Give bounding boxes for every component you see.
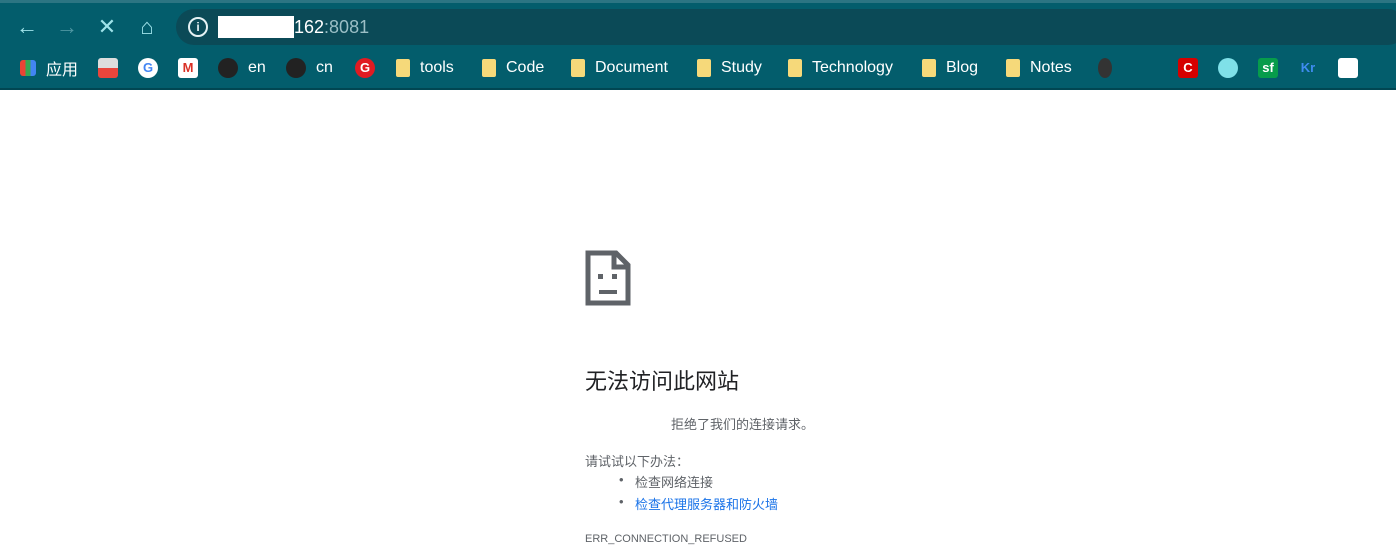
bookmark-label: tools (420, 59, 454, 76)
bookmark-document[interactable]: Document (571, 56, 668, 80)
apps-grid-icon (20, 60, 36, 76)
forward-icon[interactable]: → (53, 13, 81, 41)
error-title: 无法访问此网站 (585, 369, 740, 394)
misc-icon[interactable] (1378, 58, 1396, 78)
avatar-icon[interactable] (1098, 58, 1112, 78)
chrome-web-store-icon (98, 58, 118, 78)
bookmark-label: Study (721, 59, 762, 76)
address-bar[interactable]: i 162:8081 (176, 9, 1396, 45)
bookmark-label: 应用 (46, 62, 79, 79)
bookmark-cn[interactable]: cn (286, 56, 333, 80)
36kr-icon[interactable]: Kr (1298, 58, 1318, 78)
bookmark-应用[interactable]: 应用 (20, 56, 78, 80)
close-icon[interactable]: ✕ (93, 13, 121, 41)
error-message-text: 拒绝了我们的连接请求。 (671, 417, 815, 432)
csdn-icon[interactable]: C (1178, 58, 1198, 78)
folder-icon (1006, 59, 1020, 77)
folder-icon (396, 59, 410, 77)
folder-icon (571, 59, 585, 77)
bookmark-label: Code (506, 59, 545, 76)
suggestion-network: 检查网络连接 (619, 472, 713, 491)
globe-icon[interactable] (1218, 58, 1238, 78)
google-icon: G (138, 58, 158, 78)
segmentfault-icon[interactable]: sf (1258, 58, 1278, 78)
github-icon (218, 58, 238, 78)
bookmark-notes[interactable]: Notes (1006, 56, 1072, 80)
bookmark-label: en (248, 59, 266, 76)
browser-toolbar: ← → ✕ ⌂ i 162:8081 (0, 0, 1396, 48)
red-g-icon: G (355, 58, 375, 78)
bookmark-technology[interactable]: Technology (788, 56, 893, 80)
swoosh-icon[interactable] (1140, 58, 1160, 78)
folder-icon (482, 59, 496, 77)
bookmark-chrome-web-store[interactable] (98, 56, 118, 80)
sad-page-icon (585, 250, 631, 306)
github-icon (286, 58, 306, 78)
url-host: 162 (294, 17, 325, 37)
folder-icon (788, 59, 802, 77)
bookmark-blog[interactable]: Blog (922, 56, 978, 80)
folder-icon (697, 59, 711, 77)
bookmark-label: cn (316, 59, 333, 76)
info-icon[interactable]: i (188, 17, 208, 37)
gmail-icon: M (178, 58, 198, 78)
arrow-box-icon[interactable] (1338, 58, 1358, 78)
folder-icon (922, 59, 936, 77)
suggestion-proxy-link[interactable]: 检查代理服务器和防火墙 (619, 494, 778, 513)
redacted-host (218, 16, 294, 38)
bookmark-red-g[interactable]: G (355, 56, 375, 80)
bookmark-gmail[interactable]: M (178, 56, 198, 80)
bookmarks-bar: 应用 G Men cn Gtools Code Document Study Technolog… (0, 48, 1396, 90)
error-message: 拒绝了我们的连接请求。 (585, 414, 814, 433)
url-port: :8081 (324, 17, 370, 37)
bookmark-label: Blog (946, 59, 979, 76)
bookmark-en[interactable]: en (218, 56, 266, 80)
suggest-heading: 请试试以下办法： (585, 454, 690, 469)
back-icon[interactable]: ← (13, 13, 41, 41)
home-icon[interactable]: ⌂ (133, 13, 161, 41)
bookmark-google[interactable]: G (138, 56, 158, 80)
bookmark-study[interactable]: Study (697, 56, 762, 80)
address-url[interactable]: 162:8081 (294, 17, 369, 38)
bookmark-tools[interactable]: tools (396, 56, 454, 80)
bookmark-label: Technology (812, 59, 893, 76)
bookmark-code[interactable]: Code (482, 56, 544, 80)
error-code: ERR_CONNECTION_REFUSED (585, 533, 747, 545)
bookmark-label: Notes (1030, 59, 1072, 76)
bookmark-label: Document (595, 59, 668, 76)
